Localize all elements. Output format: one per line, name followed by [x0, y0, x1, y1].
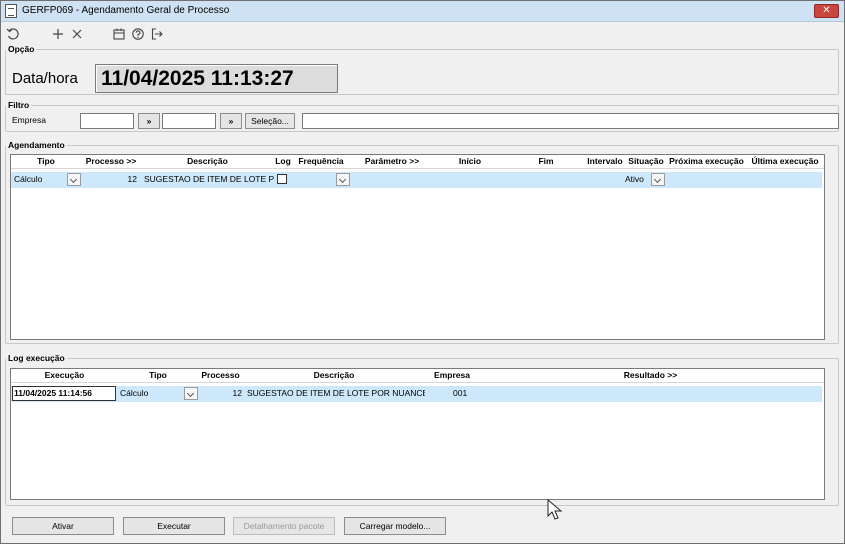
executar-button[interactable]: Executar	[123, 517, 225, 535]
datetime-label: Data/hora	[12, 70, 78, 87]
empresa-label: Empresa	[12, 115, 47, 125]
col-intervalo[interactable]: Intervalo	[584, 156, 626, 166]
log-execucao-header: Execução Tipo Processo Descrição Empresa…	[11, 369, 824, 383]
frequencia-dropdown-icon[interactable]	[336, 173, 350, 186]
empresa-to-lookup-button[interactable]: »	[220, 113, 242, 129]
col-fim[interactable]: Fim	[508, 156, 584, 166]
carregar-modelo-button[interactable]: Carregar modelo...	[344, 517, 446, 535]
log-checkbox[interactable]	[277, 174, 287, 184]
help-icon[interactable]	[130, 27, 146, 43]
col-proxima-execucao[interactable]: Próxima execução	[666, 156, 747, 166]
selecao-button[interactable]: Seleção...	[245, 113, 295, 129]
empresa-to-input[interactable]	[162, 113, 216, 129]
col-tipo[interactable]: Tipo	[11, 156, 81, 166]
refresh-icon[interactable]	[5, 27, 21, 43]
row-descricao: SUGESTAO DE ITEM DE LOTE POR NUANCE	[144, 174, 274, 184]
filtro-legend: Filtro	[8, 100, 30, 110]
window-title: GERFP069 - Agendamento Geral de Processo	[22, 5, 230, 16]
table-row[interactable]: 11/04/2025 11:14:56 Cálculo 12 SUGESTAO …	[11, 386, 822, 402]
empresa-from-input[interactable]	[80, 113, 134, 129]
ativar-button[interactable]: Ativar	[12, 517, 114, 535]
filtro-group: Filtro Empresa » » Seleção...	[5, 100, 839, 132]
col-processo[interactable]: Processo	[198, 370, 243, 380]
col-descricao[interactable]: Descrição	[141, 156, 274, 166]
row-tipo: Cálculo	[120, 388, 149, 398]
col-inicio[interactable]: Início	[432, 156, 508, 166]
table-row[interactable]: Cálculo 12 SUGESTAO DE ITEM DE LOTE POR …	[11, 172, 822, 188]
calendar-icon[interactable]	[111, 27, 127, 43]
datetime-display: 11/04/2025 11:13:27	[95, 64, 338, 93]
row-execucao[interactable]: 11/04/2025 11:14:56	[12, 386, 116, 401]
col-frequencia[interactable]: Frequência	[293, 156, 349, 166]
col-parametro[interactable]: Parâmetro >>	[352, 156, 432, 166]
col-empresa[interactable]: Empresa	[425, 370, 479, 380]
row-tipo: Cálculo	[14, 174, 43, 184]
col-processo[interactable]: Processo >>	[81, 156, 141, 166]
delete-icon[interactable]	[69, 27, 85, 43]
row-empresa: 001	[453, 388, 468, 398]
col-descricao[interactable]: Descrição	[243, 370, 425, 380]
col-tipo[interactable]: Tipo	[118, 370, 198, 380]
col-ultima-execucao[interactable]: Última execução	[747, 156, 823, 166]
agendamento-grid[interactable]: Tipo Processo >> Descrição Log Frequênci…	[10, 154, 825, 340]
opcao-legend: Opção	[8, 44, 35, 54]
mouse-pointer-icon	[547, 499, 563, 520]
selecao-field[interactable]	[302, 113, 839, 129]
main-window: GERFP069 - Agendamento Geral de Processo…	[0, 0, 845, 544]
tipo-dropdown-icon[interactable]	[67, 173, 81, 186]
close-window-button[interactable]: ✕	[814, 4, 839, 18]
tipo-dropdown-icon[interactable]	[184, 387, 198, 400]
title-bar: GERFP069 - Agendamento Geral de Processo…	[1, 1, 844, 22]
col-log[interactable]: Log	[274, 156, 292, 166]
opcao-group: Opção Data/hora 11/04/2025 11:13:27	[5, 44, 839, 95]
app-document-icon	[5, 4, 17, 18]
agendamento-legend: Agendamento	[8, 140, 65, 150]
col-resultado[interactable]: Resultado >>	[479, 370, 822, 380]
log-execucao-legend: Log execução	[8, 353, 65, 363]
detalhamento-pacote-button[interactable]: Detalhamento pacote	[233, 517, 335, 535]
add-icon[interactable]	[50, 27, 66, 43]
log-execucao-grid[interactable]: Execução Tipo Processo Descrição Empresa…	[10, 368, 825, 500]
col-execucao[interactable]: Execução	[11, 370, 118, 380]
empresa-from-lookup-button[interactable]: »	[138, 113, 160, 129]
row-processo: 12	[127, 174, 137, 184]
col-situacao[interactable]: Situação	[626, 156, 666, 166]
agendamento-header: Tipo Processo >> Descrição Log Frequênci…	[11, 155, 824, 169]
exit-icon[interactable]	[149, 27, 165, 43]
situacao-dropdown-icon[interactable]	[651, 173, 665, 186]
row-situacao: Ativo	[625, 174, 644, 184]
row-processo: 12	[232, 388, 242, 398]
row-descricao: SUGESTAO DE ITEM DE LOTE POR NUANCE	[247, 388, 425, 398]
